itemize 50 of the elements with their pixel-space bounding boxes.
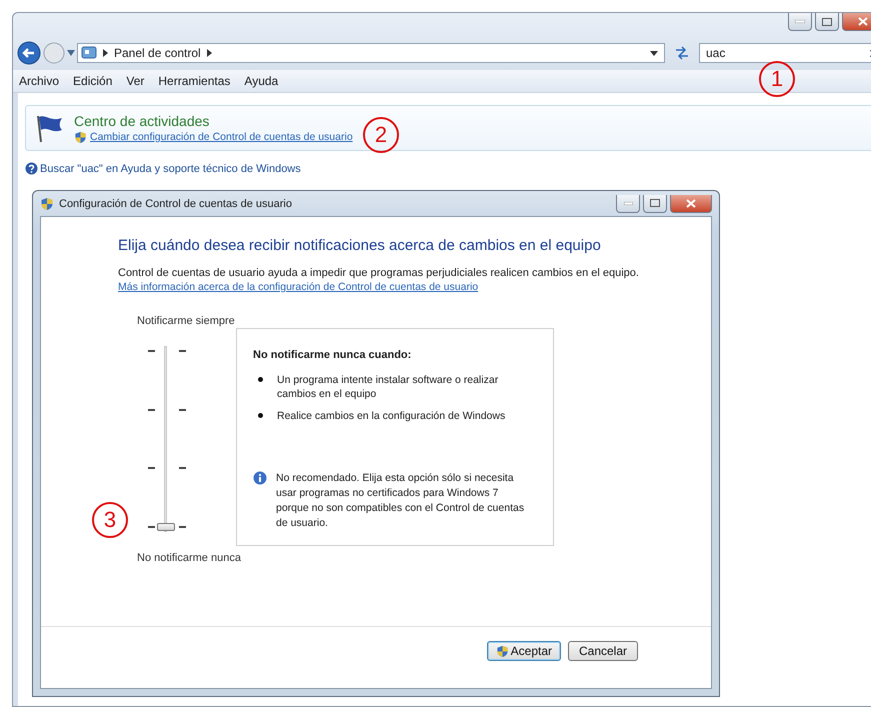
menu-item[interactable]: Edición	[73, 74, 112, 88]
info-icon	[253, 471, 267, 485]
close-button[interactable]	[670, 194, 712, 212]
shield-icon	[40, 196, 54, 210]
info-title: No notificarme nunca cuando:	[253, 349, 412, 361]
bullet-text: Realice cambios en la configuración de Windows	[277, 409, 506, 423]
slider-top-label: Notificarme siempre	[137, 315, 235, 327]
minimize-icon	[624, 202, 632, 204]
more-info-link[interactable]: Más información acerca de la configuración de Control de cuentas de usuario	[118, 281, 478, 293]
address-field[interactable]: Panel de control	[77, 43, 665, 63]
maximize-icon	[822, 18, 832, 26]
dialog-button[interactable]: Aceptar	[486, 641, 561, 661]
menu-item[interactable]: Ver	[126, 74, 144, 88]
slider-thumb[interactable]	[157, 522, 175, 530]
close-icon	[686, 198, 696, 208]
help-search-link[interactable]: Buscar "uac" en Ayuda y soporte técnico de Windows	[40, 162, 301, 174]
breadcrumb[interactable]: Panel de control	[114, 46, 201, 60]
description-text: Control de cuentas de usuario ayuda a impedir que programas perjudiciales realicen cambios en el equipo.	[118, 267, 640, 279]
back-button[interactable]	[17, 41, 41, 65]
dialog-title: Configuración de Control de cuentas de usuario	[59, 198, 292, 210]
minimize-button[interactable]	[616, 194, 640, 212]
search-field[interactable]: uac	[699, 43, 871, 63]
help-icon	[25, 162, 38, 175]
annotation-marker: 3	[92, 502, 128, 538]
group-title: Centro de actividades	[74, 112, 210, 128]
slider-bottom-label: No notificarme nunca	[137, 552, 241, 564]
bullet-icon	[258, 413, 263, 418]
shield-icon	[74, 130, 87, 144]
chevron-icon	[103, 49, 108, 57]
bullet-text: Un programa intente instalar software o realizar cambios en el equipo	[277, 373, 500, 401]
dialog-heading: Elija cuándo desea recibir notificaciones acerca de cambios en el equipo	[118, 237, 602, 254]
warning-note: No recomendado. Elija esta opción sólo si necesita usar programas no certificados para Windows 7 porque no son compatibles con el Control de cuentas de usuario.	[276, 471, 526, 531]
menu-item[interactable]: Archivo	[19, 74, 60, 88]
minimize-button[interactable]	[788, 13, 812, 31]
maximize-button[interactable]	[643, 194, 667, 212]
control-panel-icon	[81, 46, 97, 60]
close-icon	[858, 17, 868, 26]
uac-settings-link[interactable]: Cambiar configuración de Control de cuentas de usuario	[90, 131, 353, 143]
refresh-icon[interactable]	[673, 46, 691, 60]
bullet-icon	[258, 377, 263, 382]
chevron-icon	[206, 49, 212, 57]
dialog-button[interactable]: Cancelar	[568, 641, 638, 661]
annotation-marker: 1	[759, 61, 795, 97]
annotation-marker: 2	[363, 117, 399, 153]
minimize-icon	[795, 20, 805, 23]
maximize-icon	[650, 199, 660, 207]
menu-item[interactable]: Ayuda	[244, 74, 278, 88]
maximize-button[interactable]	[815, 13, 839, 31]
dropdown-arrow-icon[interactable]	[650, 50, 658, 56]
menu-item[interactable]: Herramientas	[158, 74, 230, 88]
